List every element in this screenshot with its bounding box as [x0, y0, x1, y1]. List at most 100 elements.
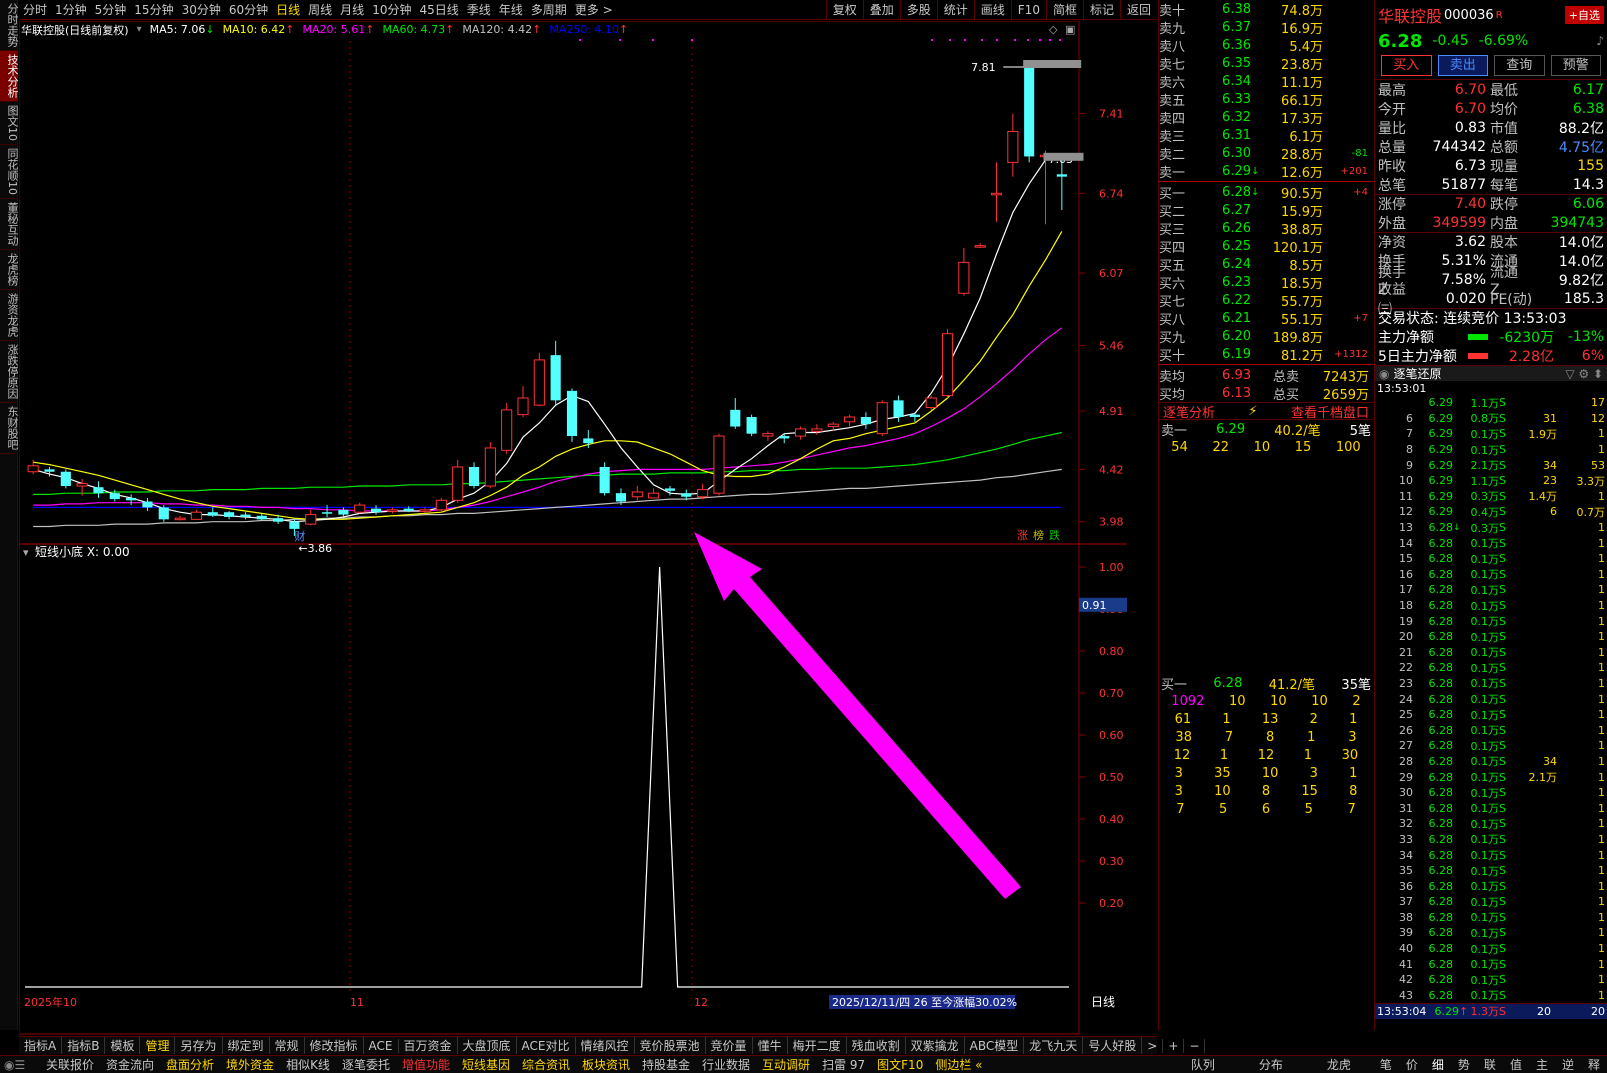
ask-row-0[interactable]: 卖十 6.38 74.8万 — [1159, 0, 1373, 19]
bid-row-3[interactable]: 买四 6.25 120.1万 — [1159, 237, 1373, 256]
indicator-tab-12[interactable]: 情绪风控 — [576, 1037, 635, 1054]
right-tab-10[interactable]: 逆 — [1555, 1056, 1581, 1073]
toolbar-button-7[interactable]: 标记 — [1082, 0, 1120, 20]
period-tab-9[interactable]: 10分钟 — [368, 1, 415, 18]
right-tab-1[interactable]: 分布 — [1237, 1056, 1305, 1073]
bottom-tab-12[interactable]: 互动调研 — [756, 1056, 816, 1073]
ask-row-5[interactable]: 卖五 6.33 66.1万 — [1159, 90, 1373, 109]
bottom-tab-11[interactable]: 行业数据 — [696, 1056, 756, 1073]
remove-indicator-icon[interactable]: − — [1184, 1038, 1206, 1053]
bottom-tab-5[interactable]: 逐笔委托 — [336, 1056, 396, 1073]
indicator-tab-19[interactable]: ABC模型 — [965, 1037, 1025, 1054]
left-tab-2[interactable]: 图文10 — [0, 102, 19, 145]
indicator-tab-5[interactable]: 绑定到 — [223, 1037, 270, 1054]
toolbar-button-4[interactable]: 画线 — [973, 0, 1011, 20]
indicator-tab-20[interactable]: 龙飞九天 — [1024, 1037, 1084, 1054]
bottom-tab-6[interactable]: 增值功能 — [396, 1056, 456, 1073]
indicator-tab-3[interactable]: 管理 — [140, 1037, 176, 1054]
period-tab-11[interactable]: 季线 — [463, 1, 495, 18]
toolbar-button-8[interactable]: 返回 — [1119, 0, 1157, 20]
analysis-title[interactable]: 逐笔分析 — [1163, 402, 1215, 421]
bid-row-2[interactable]: 买三 6.26 38.8万 — [1159, 219, 1373, 238]
indicator-tab-14[interactable]: 竞价量 — [706, 1037, 753, 1054]
ask-row-3[interactable]: 卖七 6.35 23.8万 — [1159, 54, 1373, 73]
action-button-2[interactable]: 查询 — [1494, 55, 1545, 76]
left-tab-3[interactable]: 同花顺10 — [0, 145, 19, 199]
bottom-tab-10[interactable]: 持股基金 — [636, 1056, 696, 1073]
bottom-tab-7[interactable]: 短线基因 — [456, 1056, 516, 1073]
bid-row-7[interactable]: 买八 6.21 55.1万 +7 — [1159, 309, 1373, 328]
indicator-tab-4[interactable]: 另存为 — [175, 1037, 223, 1054]
bid-row-5[interactable]: 买六 6.23 18.5万 — [1159, 273, 1373, 292]
collapse-icon[interactable]: ◉ — [1379, 367, 1389, 381]
bid-row-9[interactable]: 买十 6.19 81.2万 +1312 — [1159, 345, 1373, 364]
indicator-tab-2[interactable]: 模板 — [105, 1037, 141, 1054]
left-tab-0[interactable]: 分时走势 — [0, 0, 19, 51]
indicator-tab-7[interactable]: 修改指标 — [305, 1037, 364, 1054]
indicator-tab-21[interactable]: 号人好股 — [1083, 1037, 1143, 1054]
indicator-tab-16[interactable]: 梅开二度 — [788, 1037, 847, 1054]
right-tab-4[interactable]: 价 — [1399, 1056, 1425, 1073]
bid-row-6[interactable]: 买七 6.22 55.7万 — [1159, 291, 1373, 310]
period-tab-6[interactable]: 日线 — [272, 1, 304, 18]
period-tab-12[interactable]: 年线 — [495, 1, 527, 18]
add-indicator-icon[interactable]: + — [1163, 1038, 1185, 1053]
ask-row-2[interactable]: 卖八 6.36 5.4万 — [1159, 36, 1373, 55]
indicator-tab-9[interactable]: 百万资金 — [399, 1037, 458, 1054]
analysis-link[interactable]: 查看千档盘口 — [1291, 402, 1369, 421]
period-tab-4[interactable]: 30分钟 — [178, 1, 225, 18]
bid-row-0[interactable]: 买一 6.28 ↓ 90.5万 +4 — [1159, 183, 1373, 202]
indicator-tab-1[interactable]: 指标B — [62, 1037, 106, 1054]
toolbar-button-2[interactable]: 多股 — [899, 0, 937, 20]
period-tab-0[interactable]: 分时 — [19, 1, 51, 18]
right-tab-11[interactable]: 释 — [1581, 1056, 1607, 1073]
scroll-right-icon[interactable]: > — [1142, 1038, 1164, 1053]
bottom-tab-13[interactable]: 扫雷 97 — [816, 1056, 871, 1073]
right-tab-5[interactable]: 细 — [1425, 1056, 1451, 1073]
bottom-tab-0[interactable]: 关联报价 — [40, 1056, 100, 1073]
left-tab-4[interactable]: 董秘互动 — [0, 199, 19, 250]
ask-row-8[interactable]: 卖二 6.30 28.8万 -81 — [1159, 144, 1373, 163]
period-tab-10[interactable]: 45日线 — [415, 1, 462, 18]
period-tab-3[interactable]: 15分钟 — [130, 1, 177, 18]
filter-icon[interactable]: ▽ ⚙ ⬍ — [1565, 367, 1603, 381]
period-tab-5[interactable]: 60分钟 — [225, 1, 272, 18]
bottom-tab-9[interactable]: 板块资讯 — [576, 1056, 636, 1073]
right-tab-8[interactable]: 值 — [1503, 1056, 1529, 1073]
indicator-tab-11[interactable]: ACE对比 — [517, 1037, 576, 1054]
chart-area[interactable]: 7.416.746.075.464.914.423.987.81←3.867.0… — [19, 21, 1157, 1035]
period-tab-2[interactable]: 5分钟 — [91, 1, 131, 18]
left-tab-1[interactable]: 技术分析 — [0, 51, 19, 102]
add-favorite-button[interactable]: +自选 — [1564, 6, 1604, 24]
bottom-tab-14[interactable]: 图文F10 — [871, 1056, 929, 1073]
period-tab-8[interactable]: 月线 — [336, 1, 368, 18]
right-tab-7[interactable]: 联 — [1477, 1056, 1503, 1073]
right-tab-2[interactable]: 龙虎 — [1305, 1056, 1373, 1073]
bottom-tab-8[interactable]: 综合资讯 — [516, 1056, 576, 1073]
ask-row-4[interactable]: 卖六 6.34 11.1万 — [1159, 72, 1373, 91]
period-tab-14[interactable]: 更多 > — [571, 1, 617, 18]
right-tab-9[interactable]: 主 — [1529, 1056, 1555, 1073]
toolbar-button-5[interactable]: F10 — [1010, 0, 1046, 20]
bottom-tab-15[interactable]: 侧边栏 « — [929, 1056, 988, 1073]
ask-row-9[interactable]: 卖一 6.29 ↓ 12.6万 +201 — [1159, 162, 1373, 181]
indicator-tab-6[interactable]: 常规 — [270, 1037, 305, 1054]
left-tab-8[interactable]: 东财股吧 — [0, 403, 19, 454]
right-tab-0[interactable]: 队列 — [1169, 1056, 1237, 1073]
left-tab-7[interactable]: 涨跌停原因 — [0, 341, 19, 403]
bid-row-1[interactable]: 买二 6.27 15.9万 — [1159, 201, 1373, 220]
indicator-tab-18[interactable]: 双紫擒龙 — [906, 1037, 965, 1054]
bottom-tab-3[interactable]: 境外资金 — [220, 1056, 280, 1073]
indicator-tab-10[interactable]: 大盘顶底 — [458, 1037, 517, 1054]
indicator-tab-15[interactable]: 懂牛 — [753, 1037, 788, 1054]
action-button-1[interactable]: 卖出 — [1437, 55, 1488, 76]
action-button-3[interactable]: 预警 — [1550, 55, 1601, 76]
ask-row-1[interactable]: 卖九 6.37 16.9万 — [1159, 18, 1373, 37]
left-tab-6[interactable]: 游资龙虎 — [0, 290, 19, 341]
period-tab-7[interactable]: 周线 — [304, 1, 336, 18]
bottom-tab-1[interactable]: 资金流向 — [100, 1056, 160, 1073]
action-button-0[interactable]: 买入 — [1381, 55, 1432, 76]
toolbar-button-3[interactable]: 统计 — [936, 0, 974, 20]
menu-icon[interactable]: ◉☰ — [0, 1058, 40, 1072]
period-tab-1[interactable]: 1分钟 — [51, 1, 91, 18]
